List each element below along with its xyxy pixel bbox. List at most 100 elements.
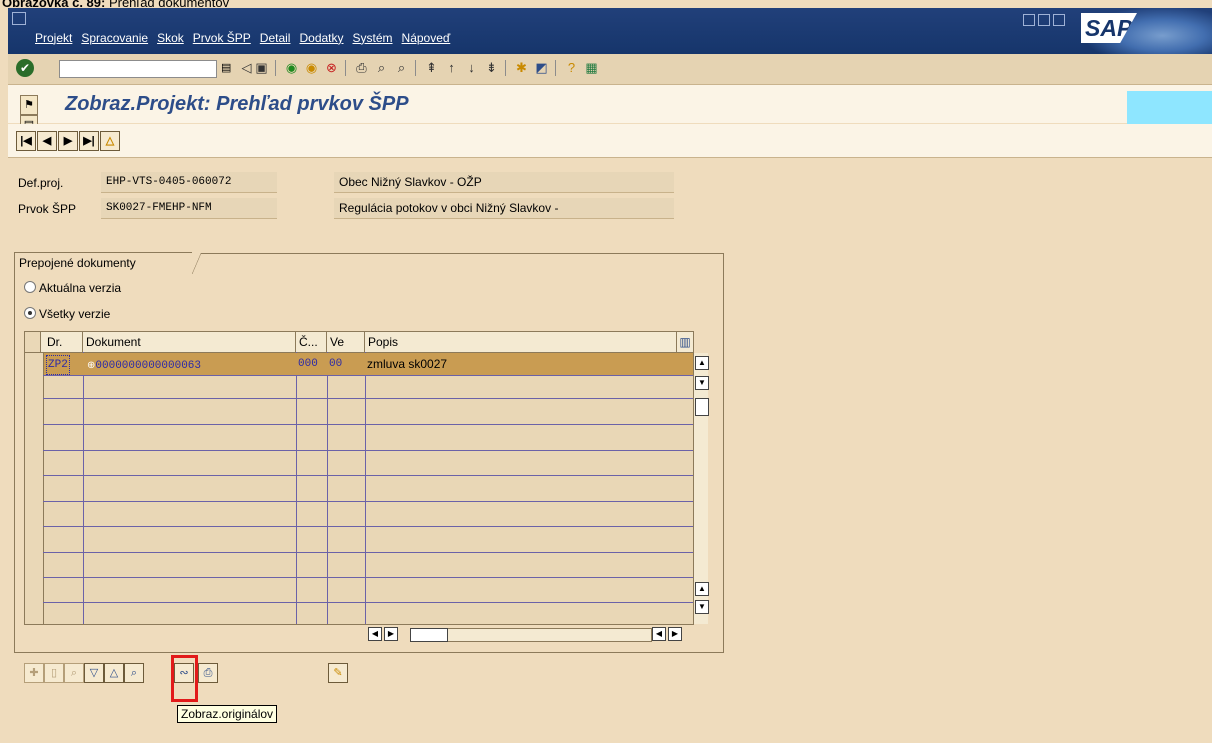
radio-button-icon[interactable] (24, 281, 36, 293)
table-row[interactable] (43, 555, 693, 578)
next-page-icon[interactable]: ↓ (463, 60, 480, 76)
scroll-right-icon[interactable]: ▶ (384, 627, 398, 641)
frame-title: Prepojené dokumenty (14, 252, 201, 274)
column-divider (296, 352, 297, 624)
horizontal-scrollbar[interactable]: ◀ ▶ ◀ ▶ (366, 627, 694, 642)
application-toolbar: |◀ ◀ ▶ ▶| △ (8, 124, 1212, 158)
column-header-ve[interactable]: Ve (327, 332, 365, 352)
last-entry-icon[interactable]: ▶| (79, 131, 99, 151)
previous-entry-icon[interactable]: ◀ (37, 131, 57, 151)
search-icon[interactable]: ⌕ (124, 663, 144, 683)
close-icon[interactable] (1053, 14, 1065, 26)
radio-current-version[interactable]: Aktuálna verzia (24, 281, 121, 295)
defproj-label: Def.proj. (18, 176, 64, 190)
cell-ve[interactable]: 00 (329, 353, 342, 375)
scroll-up-icon[interactable]: ▲ (695, 356, 709, 370)
first-entry-icon[interactable]: |◀ (16, 131, 36, 151)
documents-table: Dr. Dokument Č... Ve Popis ▥ ZP2 ⊕000000… (24, 331, 709, 625)
tooltip: Zobraz.originálov (177, 705, 278, 723)
scroll-thumb[interactable] (695, 398, 709, 416)
print-icon[interactable]: ⎙ (353, 60, 370, 76)
enter-checkmark-icon[interactable]: ✔ (16, 59, 34, 77)
back-icon[interactable]: ◉ (283, 60, 300, 76)
previous-page-icon[interactable]: ↑ (443, 60, 460, 76)
window-menu-icon[interactable] (12, 12, 26, 25)
cell-dokument[interactable]: ⊕0000000000000063 (87, 353, 201, 375)
create-document-icon[interactable]: ✚ (24, 663, 44, 683)
cell-popis[interactable]: zmluva sk0027 (367, 353, 447, 375)
layout-menu-icon[interactable]: ▦ (583, 60, 600, 76)
page-title: Zobraz.Projekt: Prehľad prvkov ŠPP (65, 93, 409, 115)
delete-icon[interactable]: ▯ (44, 663, 64, 683)
menu-skok[interactable]: Skok (157, 31, 184, 45)
column-divider (83, 352, 84, 624)
cancel-icon[interactable]: ⊗ (323, 60, 340, 76)
scroll-up-icon[interactable]: ▲ (695, 582, 709, 596)
menu-spracovanie[interactable]: Spracovanie (81, 31, 148, 45)
highlight-box (171, 655, 198, 702)
column-divider (327, 352, 328, 624)
menu-system[interactable]: Systém (353, 31, 393, 45)
table-row[interactable] (43, 580, 693, 603)
prvok-label: Prvok ŠPP (18, 202, 77, 216)
edit-icon[interactable]: ✎ (328, 663, 348, 683)
menu-detail[interactable]: Detail (260, 31, 291, 45)
toolbar-separator (555, 60, 556, 76)
menu-dodatky[interactable]: Dodatky (299, 31, 343, 45)
column-header-dr[interactable]: Dr. (44, 332, 83, 352)
menu-napoved[interactable]: Nápoveď (402, 31, 451, 45)
save-icon[interactable]: ▣ (253, 60, 270, 76)
warning-icon[interactable]: △ (100, 131, 120, 151)
menu-projekt[interactable]: Projekt (35, 31, 72, 45)
command-history-icon[interactable]: ▤ (221, 60, 235, 76)
first-page-icon[interactable]: ⇞ (423, 60, 440, 76)
maximize-icon[interactable] (1038, 14, 1050, 26)
radio-button-selected-icon[interactable] (24, 307, 36, 319)
select-all-cell[interactable] (25, 332, 41, 352)
column-header-dokument[interactable]: Dokument (83, 332, 296, 352)
menu-bar: Projekt Spracovanie Skok Prvok ŠPP Detai… (8, 8, 1212, 54)
print-icon[interactable]: ⎙ (198, 663, 218, 683)
toolbar-separator (345, 60, 346, 76)
next-entry-icon[interactable]: ▶ (58, 131, 78, 151)
menu-prvok-spp[interactable]: Prvok ŠPP (193, 31, 251, 45)
row-selector-column[interactable] (25, 353, 44, 624)
find-next-icon[interactable]: ⌕ (393, 60, 410, 76)
cell-dr[interactable]: ZP2 (46, 355, 70, 375)
minimize-icon[interactable] (1023, 14, 1035, 26)
create-session-icon[interactable]: ✱ (513, 60, 530, 76)
column-header-c[interactable]: Č... (296, 332, 327, 352)
scroll-right-icon[interactable]: ▶ (668, 627, 682, 641)
shortcut-icon[interactable]: ◩ (533, 60, 550, 76)
column-header-popis[interactable]: Popis (365, 332, 674, 352)
table-row[interactable] (43, 479, 693, 502)
toolbar-separator (275, 60, 276, 76)
table-row[interactable] (43, 428, 693, 451)
table-settings-icon[interactable]: ▥ (676, 332, 693, 352)
table-row[interactable] (43, 402, 693, 425)
cell-c[interactable]: 000 (298, 353, 318, 375)
table-row[interactable] (43, 530, 693, 553)
toolbar-separator (505, 60, 506, 76)
help-icon[interactable]: ? (563, 60, 580, 76)
scroll-down-icon[interactable]: ▼ (695, 600, 709, 614)
standard-toolbar: ✔ ▤ ◁ ▣ ◉ ◉ ⊗ ⎙ ⌕ ⌕ ⇞ ↑ ↓ ⇟ ✱ ◩ ? ▦ (8, 54, 1212, 85)
defproj-field: EHP-VTS-0405-060072 (101, 172, 277, 193)
scroll-left-icon[interactable]: ◀ (652, 627, 666, 641)
table-row[interactable] (43, 453, 693, 476)
filter-icon[interactable]: ▽ (84, 663, 104, 683)
table-row[interactable] (43, 376, 693, 399)
exit-icon[interactable]: ◉ (303, 60, 320, 76)
scroll-left-icon[interactable]: ◀ (368, 627, 382, 641)
scroll-thumb[interactable] (410, 628, 448, 642)
table-row[interactable] (43, 504, 693, 527)
overview-icon[interactable]: ⚑ (20, 95, 38, 115)
command-field[interactable] (59, 60, 217, 78)
find-icon[interactable]: ⌕ (64, 663, 84, 683)
last-page-icon[interactable]: ⇟ (483, 60, 500, 76)
find-icon[interactable]: ⌕ (373, 60, 390, 76)
radio-all-versions[interactable]: Všetky verzie (24, 307, 110, 321)
toolbar-separator (415, 60, 416, 76)
sort-icon[interactable]: △ (104, 663, 124, 683)
scroll-down-icon[interactable]: ▼ (695, 376, 709, 390)
